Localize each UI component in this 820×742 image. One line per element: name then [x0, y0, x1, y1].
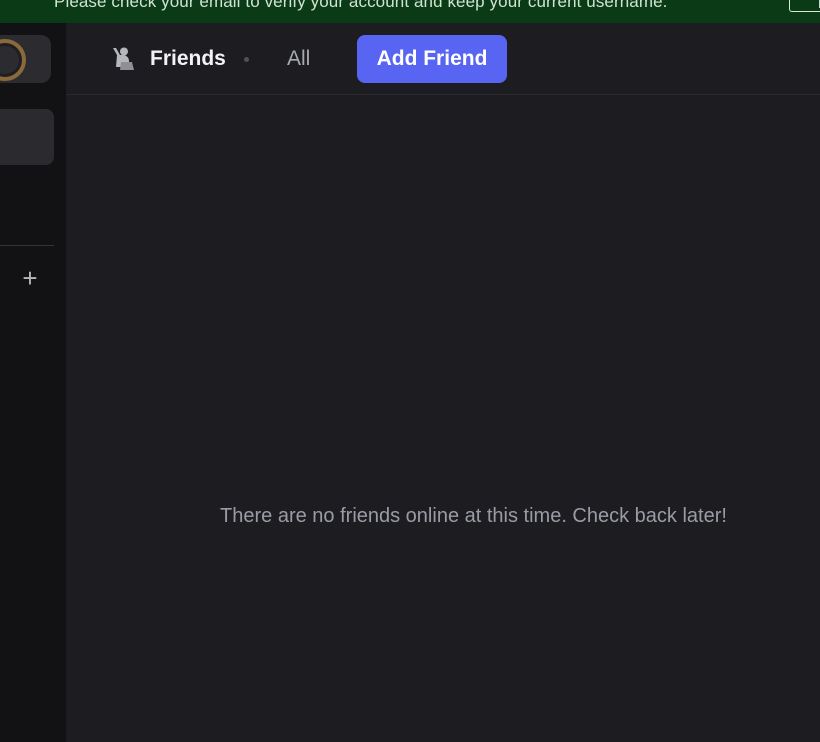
empty-state-message: There are no friends online at this time… [220, 505, 727, 527]
notice-action-button[interactable]: N [789, 0, 820, 12]
friends-toolbar: Friends All Add Friend [66, 23, 820, 95]
add-server-button[interactable]: + [16, 263, 44, 293]
tab-all[interactable]: All [287, 47, 310, 71]
home-button[interactable] [0, 35, 51, 83]
rail-selected-item[interactable] [0, 109, 54, 165]
friends-main: Friends All Add Friend There are no frie… [66, 23, 820, 742]
verify-email-notice: Please check your email to verify your a… [0, 0, 820, 23]
notice-text: Please check your email to verify your a… [54, 0, 668, 11]
rail-divider [0, 245, 54, 246]
user-avatar [0, 39, 26, 81]
plus-icon: + [22, 263, 38, 293]
add-friend-button[interactable]: Add Friend [357, 35, 507, 83]
server-rail: + [0, 23, 66, 742]
friends-wave-icon [113, 47, 134, 70]
separator-dot [244, 57, 249, 62]
page-title: Friends [150, 47, 226, 70]
